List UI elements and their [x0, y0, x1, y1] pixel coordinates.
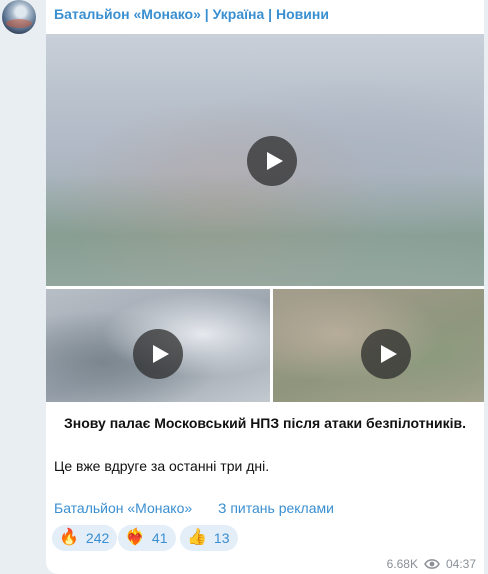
- play-icon[interactable]: [247, 136, 297, 186]
- play-icon[interactable]: [133, 329, 183, 379]
- reaction-count: 242: [85, 530, 110, 546]
- message-bubble: Батальйон «Монако» | Україна | Новини Зн…: [46, 0, 484, 574]
- message-meta: 6.68K 04:37: [387, 557, 476, 571]
- video-thumbnail-2[interactable]: [46, 289, 270, 402]
- view-count: 6.68K: [386, 557, 418, 571]
- video-thumbnail-3[interactable]: [273, 289, 484, 402]
- channel-link[interactable]: Батальйон «Монако»: [54, 500, 192, 516]
- video-thumbnail-main[interactable]: [46, 34, 484, 286]
- heart-on-fire-icon: ❤️‍🔥: [125, 529, 145, 546]
- play-icon[interactable]: [361, 329, 411, 379]
- thumbs-up-icon: 👍: [187, 529, 207, 546]
- message-headline: Знову палає Московський НПЗ після атаки …: [63, 415, 466, 431]
- message-body: Це вже вдруге за останні три дні.: [54, 458, 270, 474]
- eye-icon: [424, 559, 440, 569]
- reaction-count: 13: [213, 530, 230, 546]
- channel-avatar[interactable]: [2, 0, 36, 34]
- reaction-heart-on-fire[interactable]: ❤️‍🔥 41: [118, 525, 176, 551]
- reaction-count: 41: [151, 530, 168, 546]
- reaction-fire[interactable]: 🔥 242: [52, 525, 118, 551]
- fire-icon: 🔥: [59, 529, 79, 546]
- message-time: 04:37: [445, 557, 476, 571]
- reaction-thumbs-up[interactable]: 👍 13: [180, 525, 238, 551]
- channel-name[interactable]: Батальйон «Монако» | Україна | Новини: [54, 6, 329, 22]
- ads-link[interactable]: З питань реклами: [218, 500, 334, 516]
